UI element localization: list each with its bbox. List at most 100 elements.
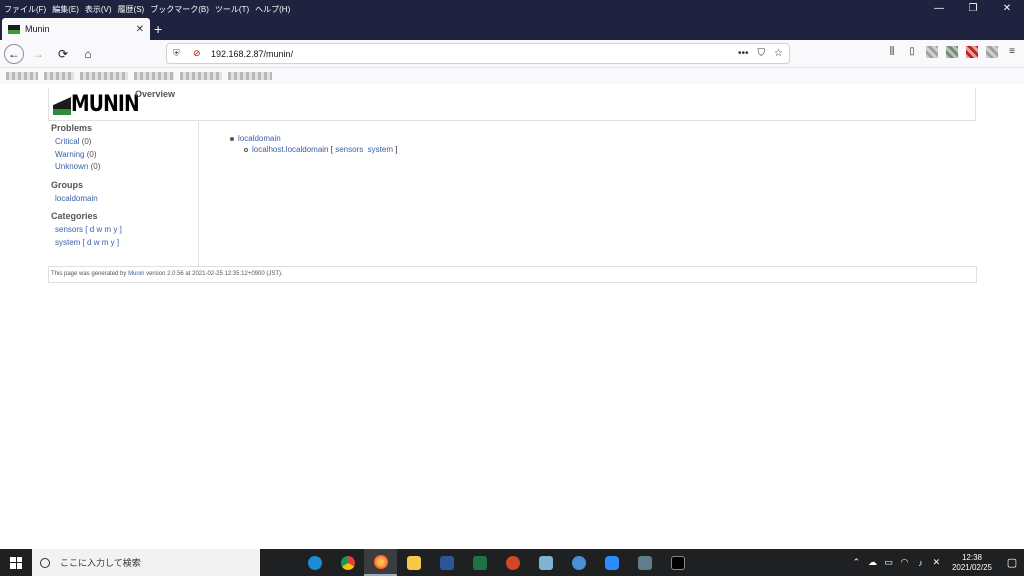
chrome-icon — [340, 555, 355, 570]
shield-icon[interactable]: ⛨ — [173, 48, 185, 59]
sensors-week-link[interactable]: w — [96, 225, 102, 234]
window-controls: — ❐ ✕ — [922, 0, 1024, 18]
bracket-close: ] — [119, 225, 122, 234]
unknown-link[interactable]: Unknown — [55, 162, 88, 171]
bookmark-item[interactable] — [44, 72, 74, 80]
tab-munin[interactable]: Munin ✕ — [2, 18, 150, 40]
pocket-icon[interactable]: ⛉ — [758, 48, 766, 59]
extension-icon[interactable] — [946, 46, 958, 58]
edge-icon — [307, 555, 322, 570]
footer-prefix: This page was generated by — [51, 271, 127, 277]
sidebar-icon[interactable]: ▯ — [906, 46, 918, 58]
calculator-app[interactable] — [628, 549, 661, 576]
explorer-app[interactable] — [397, 549, 430, 576]
menu-tools[interactable]: ツール(T) — [215, 4, 249, 15]
menu-help[interactable]: ヘルプ(H) — [255, 4, 290, 15]
battery-icon[interactable]: ▭ — [882, 557, 895, 568]
terminal-app[interactable] — [661, 549, 694, 576]
sensors-year-link[interactable]: y — [113, 225, 117, 234]
page-title: Overview — [135, 89, 176, 99]
munin-header: MUNIN Overview — [48, 88, 976, 121]
volume-icon[interactable]: ♪ — [914, 558, 927, 568]
extension-icon[interactable] — [926, 46, 938, 58]
calculator-icon — [637, 555, 652, 570]
group-localdomain-link[interactable]: localdomain — [55, 194, 98, 203]
host-sensors-link[interactable]: sensors — [335, 145, 363, 154]
library-icon[interactable]: ⫼ — [886, 46, 898, 58]
firefox-app[interactable] — [364, 549, 397, 576]
hamburger-menu-icon[interactable]: ≡ — [1006, 46, 1018, 58]
menu-file[interactable]: ファイル(F) — [4, 4, 46, 15]
clock-date: 2021/02/25 — [951, 562, 992, 572]
notepad-app[interactable] — [529, 549, 562, 576]
bookmark-item[interactable] — [134, 72, 174, 80]
system-month-link[interactable]: m — [102, 238, 109, 247]
tab-close-icon[interactable]: ✕ — [136, 24, 144, 35]
critical-link[interactable]: Critical — [55, 137, 79, 146]
page-actions-icon[interactable]: ••• — [738, 48, 749, 59]
tab-title: Munin — [25, 24, 50, 34]
sensors-day-link[interactable]: d — [90, 225, 94, 234]
extension-icon[interactable] — [986, 46, 998, 58]
menu-bar: ファイル(F) 編集(E) 表示(V) 履歴(S) ブックマーク(B) ツール(… — [0, 0, 1024, 18]
system-year-link[interactable]: y — [111, 238, 115, 247]
forward-button[interactable]: → — [27, 43, 49, 65]
page-footer: This page was generated by Munin version… — [48, 266, 977, 283]
wifi-icon[interactable]: ◠ — [898, 557, 911, 568]
munin-footer-link[interactable]: Munin — [128, 271, 144, 277]
clock[interactable]: 12:38 2021/02/25 — [952, 553, 992, 573]
edge-app[interactable] — [298, 549, 331, 576]
taskbar-apps — [298, 549, 694, 576]
chrome-app[interactable] — [331, 549, 364, 576]
url-text[interactable]: 192.168.2.87/munin/ — [211, 49, 293, 59]
minimize-button[interactable]: — — [922, 0, 956, 18]
system-day-link[interactable]: d — [87, 238, 91, 247]
domain-localdomain-link[interactable]: localdomain — [238, 134, 281, 143]
bracket-close: ] — [395, 145, 398, 154]
window-close-button[interactable]: ✕ — [990, 0, 1024, 18]
back-button[interactable]: ← — [4, 43, 24, 64]
insecure-lock-icon[interactable]: ⊘ — [193, 48, 205, 59]
word-app[interactable] — [430, 549, 463, 576]
restore-button[interactable]: ❐ — [956, 0, 990, 18]
taskbar-search-box[interactable]: ここに入力して検索 — [32, 549, 260, 576]
category-item: sensors [ d w m y ] — [55, 224, 198, 237]
start-button[interactable] — [0, 549, 32, 576]
excel-app[interactable] — [463, 549, 496, 576]
new-tab-button[interactable]: + — [154, 18, 162, 40]
home-button[interactable]: ⌂ — [77, 43, 99, 65]
powerpoint-app[interactable] — [496, 549, 529, 576]
bookmark-item[interactable] — [180, 72, 222, 80]
menu-history[interactable]: 履歴(S) — [118, 4, 145, 15]
menu-bookmarks[interactable]: ブックマーク(B) — [150, 4, 209, 15]
bookmark-item[interactable] — [6, 72, 38, 80]
system-tray: ⌃ ☁ ▭ ◠ ♪ ✕ 12:38 2021/02/25 ▢ — [850, 549, 1024, 576]
chat-app[interactable] — [562, 549, 595, 576]
system-week-link[interactable]: w — [94, 238, 100, 247]
onedrive-cloud-icon[interactable]: ☁ — [866, 557, 879, 568]
chevron-up-icon[interactable]: ⌃ — [850, 557, 863, 568]
host-link[interactable]: localhost.localdomain — [252, 145, 329, 154]
category-item: system [ d w m y ] — [55, 237, 198, 250]
notification-center-icon[interactable]: ▢ — [1000, 556, 1024, 569]
host-system-link[interactable]: system — [368, 145, 393, 154]
reload-button[interactable]: ⟳ — [52, 43, 74, 65]
menu-view[interactable]: 表示(V) — [85, 4, 112, 15]
groups-section: Groups localdomain — [48, 180, 198, 206]
zoom-app[interactable] — [595, 549, 628, 576]
menu-edit[interactable]: 編集(E) — [52, 4, 79, 15]
bookmark-item[interactable] — [80, 72, 128, 80]
munin-logo[interactable]: MUNIN — [53, 91, 140, 118]
search-placeholder: ここに入力して検索 — [60, 558, 141, 568]
ime-icon[interactable]: ✕ — [930, 557, 943, 568]
categories-section: Categories sensors [ d w m y ] system [ … — [48, 211, 198, 249]
sensors-month-link[interactable]: m — [104, 225, 111, 234]
warning-link[interactable]: Warning — [55, 150, 85, 159]
bookmark-star-icon[interactable]: ☆ — [774, 48, 783, 59]
extension-icon[interactable] — [966, 46, 978, 58]
overview-tree: localdomain localhost.localdomain [ sens… — [230, 134, 397, 154]
address-bar[interactable]: ⛨ ⊘ 192.168.2.87/munin/ ••• ⛉ ☆ — [166, 43, 790, 64]
bookmark-item[interactable] — [228, 72, 272, 80]
category-system-link[interactable]: system — [55, 238, 80, 247]
category-sensors-link[interactable]: sensors — [55, 225, 83, 234]
